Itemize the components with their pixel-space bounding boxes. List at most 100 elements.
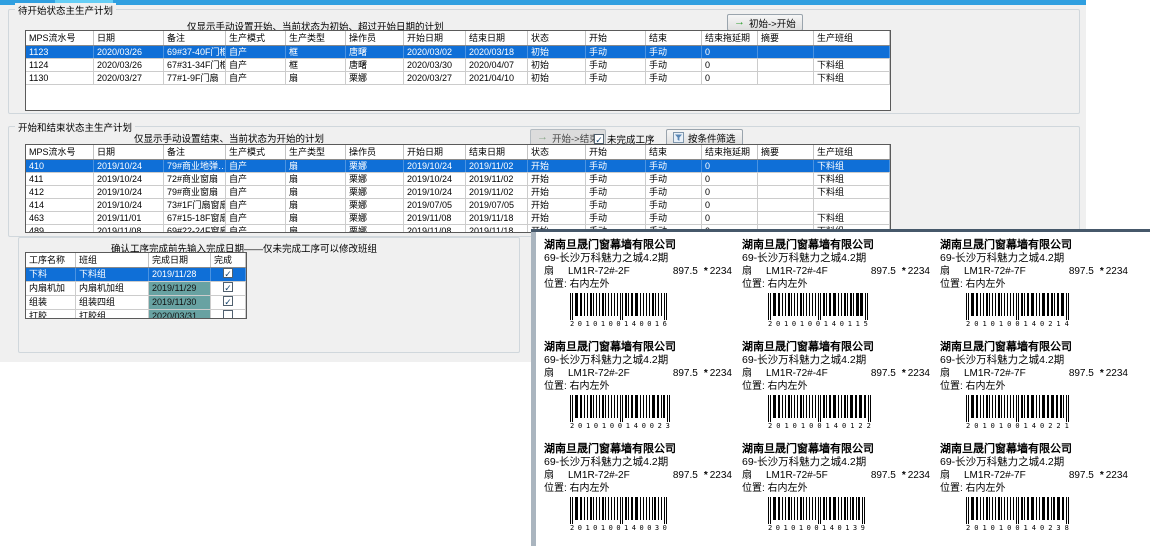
table-cell: 自产 [226, 59, 286, 71]
label-company: 湖南旦晟门窗幕墙有限公司 [742, 238, 934, 252]
done-checkbox[interactable] [223, 310, 233, 319]
table-cell: 手动 [586, 186, 646, 198]
table-cell: 414 [26, 199, 94, 211]
table-cell: 扇 [286, 186, 346, 198]
table-cell [814, 46, 890, 58]
table-row[interactable]: 4112019/10/2472#商业窗扇自产扇栗娜2019/10/242019/… [26, 173, 890, 186]
process-row[interactable]: 下料下料组2019/11/28✓ [26, 268, 246, 282]
table-cell: 下料组 [814, 72, 890, 84]
table-cell: 411 [26, 173, 94, 185]
label-company: 湖南旦晟门窗幕墙有限公司 [544, 238, 736, 252]
label-card: 湖南旦晟门窗幕墙有限公司69-长沙万科魅力之城4.2期扇LM1R-72#-7F8… [940, 340, 1132, 442]
size-height: 2234 [908, 469, 930, 482]
size-width: 897.5 [673, 265, 698, 278]
size-height: 2234 [1106, 265, 1128, 278]
column-header: 日期 [94, 31, 164, 45]
product-type: 扇 [940, 469, 950, 482]
process-row[interactable]: 内扇机加内扇机加组2019/11/29✓ [26, 282, 246, 296]
barcode-bars [768, 395, 871, 422]
table-cell: 下料组 [814, 212, 890, 224]
table-cell: 自产 [226, 225, 286, 233]
done-checkbox[interactable]: ✓ [223, 268, 233, 278]
label-card: 湖南旦晟门窗幕墙有限公司69-长沙万科魅力之城4.2期扇LM1R-72#-7F8… [940, 442, 1132, 544]
green-arrow-icon: → [734, 17, 745, 28]
column-header: 生产类型 [286, 31, 346, 45]
table-row[interactable]: 4632019/11/0167#15-18F窗扇自产扇栗娜2019/11/082… [26, 212, 890, 225]
column-header: 生产模式 [226, 31, 286, 45]
table-row[interactable]: 11302020/03/2777#1-9F门扇自产扇栗娜2020/03/2720… [26, 72, 890, 85]
product-model: LM1R-72#-5F [766, 469, 828, 482]
barcode: 2010100140030 [570, 497, 667, 532]
barcode-bars [966, 293, 1069, 320]
label-company: 湖南旦晟门窗幕墙有限公司 [544, 340, 736, 354]
barcode: 2010100140122 [768, 395, 871, 430]
barcode-digits: 2010100140016 [570, 320, 667, 328]
barcode: 2010100140115 [768, 293, 868, 328]
checkbox-icon[interactable]: ✓ [594, 134, 604, 144]
process-row[interactable]: 组装组装四组2019/11/30✓ [26, 296, 246, 310]
table-row[interactable]: 11232020/03/2669#37-40F门框自产框唐曙2020/03/02… [26, 46, 890, 59]
active-plans-title: 开始和结束状态主生产计划 [15, 120, 135, 134]
table-cell: 2019/11/08 [404, 212, 466, 224]
product-model: LM1R-72#-2F [568, 367, 630, 380]
table-cell [758, 212, 814, 224]
label-print-panel: 湖南旦晟门窗幕墙有限公司69-长沙万科魅力之城4.2期扇LM1R-72#-2F8… [531, 229, 1150, 546]
table-cell: 唐曙 [346, 46, 404, 58]
column-header: 开始日期 [404, 31, 466, 45]
size-height: 2234 [710, 469, 732, 482]
column-header: 操作员 [346, 31, 404, 45]
process-row[interactable]: 打胶打胶组2020/03/31 [26, 310, 246, 319]
barcode-bars [768, 293, 868, 320]
size-width: 897.5 [871, 265, 896, 278]
product-type: 扇 [940, 367, 950, 380]
column-header: 结束 [646, 145, 702, 159]
product-dimensions: 897.5*2234 [673, 367, 736, 380]
process-name-cell: 打胶 [26, 310, 76, 319]
table-row[interactable]: 4122019/10/2479#商业窗扇自产扇栗娜2019/10/242019/… [26, 186, 890, 199]
table-cell [758, 173, 814, 185]
size-height: 2234 [908, 265, 930, 278]
label-position: 位置: 右内左外 [544, 380, 736, 393]
table-cell: 0 [702, 199, 758, 211]
barcode-bars [966, 395, 1069, 422]
process-name-cell: 下料 [26, 268, 76, 281]
table-cell: 栗娜 [346, 225, 404, 233]
table-cell: 开始 [528, 186, 586, 198]
product-model: LM1R-72#-2F [568, 265, 630, 278]
table-cell: 72#商业窗扇 [164, 173, 226, 185]
column-header: 结束日期 [466, 31, 528, 45]
label-company: 湖南旦晟门窗幕墙有限公司 [940, 340, 1132, 354]
process-confirm-group: 确认工序完成前先输入完成日期——仅未完成工序可以修改班组 工序名称班组完成日期完… [18, 237, 520, 353]
active-plans-note: 仅显示手动设置结束、当前状态为开始的计划 [134, 131, 324, 145]
column-header: 生产班组 [814, 145, 890, 159]
label-position: 位置: 右内左外 [742, 380, 934, 393]
label-company: 湖南旦晟门窗幕墙有限公司 [742, 340, 934, 354]
label-spec-row: 扇LM1R-72#-2F897.5*2234 [544, 469, 736, 482]
table-row[interactable]: 4142019/10/2473#1F门扇窗扇自产扇栗娜2019/07/05201… [26, 199, 890, 212]
pending-plans-title: 待开始状态主生产计划 [15, 3, 116, 17]
size-height: 2234 [1106, 367, 1128, 380]
table-cell: 自产 [226, 199, 286, 211]
column-header: 日期 [94, 145, 164, 159]
table-cell: 手动 [646, 59, 702, 71]
label-position: 位置: 右内左外 [742, 482, 934, 495]
table-cell: 2020/04/07 [466, 59, 528, 71]
table-row[interactable]: 4102019/10/2479#商业地弹…自产扇栗娜2019/10/242019… [26, 160, 890, 173]
table-cell [758, 160, 814, 172]
column-header: 生产模式 [226, 145, 286, 159]
team-cell: 组装四组 [76, 296, 149, 309]
table-cell: 1130 [26, 72, 94, 84]
done-checkbox[interactable]: ✓ [223, 282, 233, 292]
size-separator: * [1100, 265, 1104, 278]
column-header: MPS流水号 [26, 31, 94, 45]
init-to-start-button[interactable]: → 初始->开始 [727, 14, 803, 31]
done-checkbox[interactable]: ✓ [223, 296, 233, 306]
done-cell: ✓ [211, 268, 246, 281]
table-row[interactable]: 11242020/03/2667#31-34F门框自产框唐曙2020/03/30… [26, 59, 890, 72]
table-cell: 初始 [528, 46, 586, 58]
column-header: 完成 [211, 253, 246, 267]
column-header: MPS流水号 [26, 145, 94, 159]
size-width: 897.5 [1069, 469, 1094, 482]
column-header: 结束拖延期 [702, 145, 758, 159]
table-cell: 2019/11/18 [466, 212, 528, 224]
